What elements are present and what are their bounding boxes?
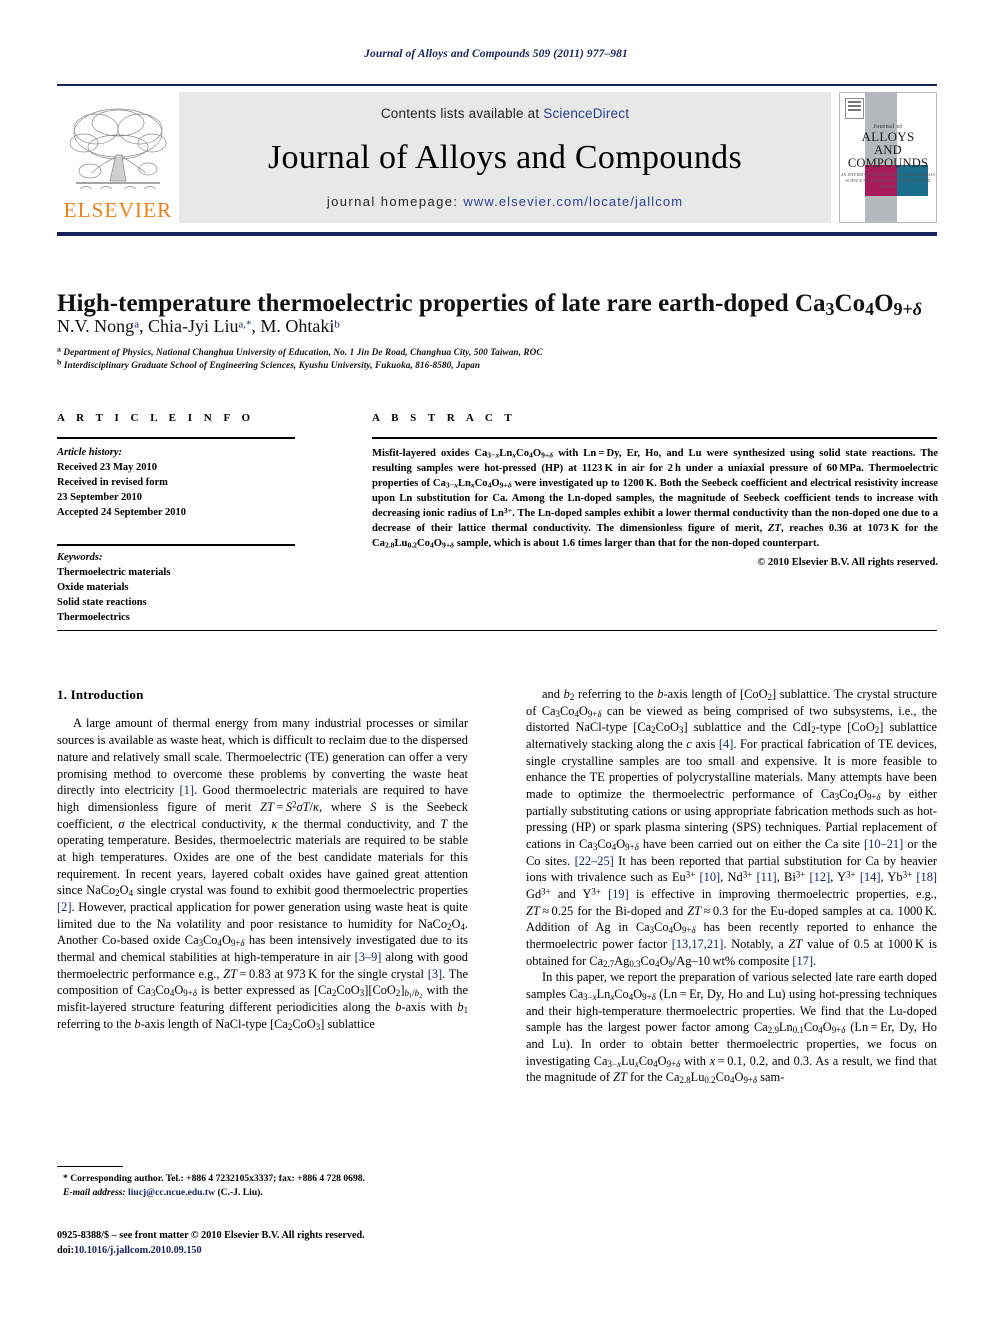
masthead-panel: Contents lists available at ScienceDirec… bbox=[179, 92, 831, 223]
elsevier-logo: ELSEVIER bbox=[57, 92, 179, 223]
affiliation-b: b Interdisciplinary Graduate School of E… bbox=[57, 357, 481, 370]
footnote-block: * Corresponding author. Tel.: +886 4 723… bbox=[57, 1172, 468, 1199]
cover-line4: AN INTERDISCIPLINARY JOURNAL OF MATERIAL… bbox=[840, 171, 936, 189]
homepage-prefix: journal homepage: bbox=[326, 194, 464, 209]
keyword-item: Oxide materials bbox=[57, 581, 129, 593]
corresponding-author-note: * Corresponding author. Tel.: +886 4 723… bbox=[63, 1173, 365, 1184]
cover-line3: AND COMPOUNDS bbox=[847, 142, 929, 170]
keyword-item: Thermoelectrics bbox=[57, 611, 130, 623]
keyword-item: Solid state reactions bbox=[57, 596, 147, 608]
paragraph: In this paper, we report the preparation… bbox=[526, 970, 938, 1086]
running-head: Journal of Alloys and Compounds 509 (201… bbox=[364, 48, 628, 60]
abstract-bottom-rule bbox=[57, 630, 937, 632]
keyword-item: Thermoelectric materials bbox=[57, 566, 171, 578]
journal-cover-thumbnail: Journal of ALLOYS AND COMPOUNDS AN INTER… bbox=[839, 92, 937, 223]
masthead-bottom-rule bbox=[57, 232, 937, 236]
history-item: 23 September 2010 bbox=[57, 491, 142, 503]
history-item: Received in revised form bbox=[57, 476, 168, 488]
history-item: Received 23 May 2010 bbox=[57, 461, 158, 473]
doi-label: doi: bbox=[57, 1245, 74, 1257]
page-title: High-temperature thermoelectric properti… bbox=[57, 289, 923, 319]
author-list: N.V. Nonga, Chia-Jyi Liua,*, M. Ohtakib bbox=[57, 316, 340, 336]
elsevier-tree-icon bbox=[69, 108, 167, 190]
abstract-rule bbox=[372, 437, 937, 439]
keywords-rule bbox=[57, 544, 295, 546]
elsevier-wordmark: ELSEVIER bbox=[63, 198, 173, 222]
cover-line2: ALLOYS bbox=[861, 128, 915, 144]
article-info-rule bbox=[57, 437, 295, 439]
journal-title: Journal of Alloys and Compounds bbox=[268, 138, 742, 176]
history-item: Accepted 24 September 2010 bbox=[57, 506, 186, 518]
keywords-label: Keywords: bbox=[57, 552, 103, 563]
footnote-rule bbox=[57, 1166, 123, 1168]
doi-line: doi:10.1016/j.jallcom.2010.09.150 bbox=[57, 1243, 517, 1258]
journal-homepage-link[interactable]: www.elsevier.com/locate/jallcom bbox=[463, 194, 683, 209]
body-column-right: and b2 referring to the b-axis length of… bbox=[526, 686, 937, 1086]
email-suffix: (C.-J. Liu). bbox=[217, 1186, 263, 1198]
article-info-heading: A R T I C L E I N F O bbox=[57, 412, 255, 424]
sciencedirect-link[interactable]: ScienceDirect bbox=[543, 106, 629, 121]
article-history-label: Article history: bbox=[57, 447, 123, 458]
paragraph: and b2 referring to the b-axis length of… bbox=[526, 687, 938, 969]
abstract-copyright: © 2010 Elsevier B.V. All rights reserved… bbox=[757, 557, 938, 569]
email-note: E-mail address: liucj@cc.ncue.edu.tw (C.… bbox=[57, 1186, 468, 1200]
body-column-left: 1. Introduction A large amount of therma… bbox=[57, 686, 468, 1032]
cover-title-text: Journal of ALLOYS AND COMPOUNDS AN INTER… bbox=[840, 124, 936, 190]
contents-line: Contents lists available at ScienceDirec… bbox=[381, 106, 629, 121]
issn-copyright-line: 0925-8388/$ – see front matter © 2010 El… bbox=[57, 1230, 365, 1241]
imprint-block: 0925-8388/$ – see front matter © 2010 El… bbox=[57, 1228, 517, 1259]
affiliation-a: a Department of Physics, National Changh… bbox=[57, 344, 543, 357]
section-heading-introduction: 1. Introduction bbox=[57, 687, 144, 702]
abstract-text: Misfit-layered oxides Ca3−xLnxCo4O9+δ wi… bbox=[372, 448, 938, 550]
paper-page: Journal of Alloys and Compounds 509 (201… bbox=[0, 0, 992, 1323]
abstract-body: Misfit-layered oxides Ca3−xLnxCo4O9+δ wi… bbox=[372, 446, 938, 570]
contents-prefix: Contents lists available at bbox=[380, 106, 544, 121]
doi-link[interactable]: 10.1016/j.jallcom.2010.09.150 bbox=[74, 1245, 202, 1256]
keywords-block: Keywords: Thermoelectric materials Oxide… bbox=[57, 551, 302, 626]
email-label: E-mail address: bbox=[63, 1186, 126, 1198]
journal-homepage-line: journal homepage: www.elsevier.com/locat… bbox=[327, 194, 683, 209]
paragraph: A large amount of thermal energy from ma… bbox=[57, 716, 469, 1032]
cover-publisher-badge-icon bbox=[845, 98, 864, 119]
article-history-block: Article history: Received 23 May 2010 Re… bbox=[57, 446, 302, 521]
email-link[interactable]: liucj@cc.ncue.edu.tw bbox=[128, 1187, 215, 1198]
journal-masthead: ELSEVIER Contents lists available at Sci… bbox=[57, 84, 937, 232]
abstract-heading: A B S T R A C T bbox=[372, 412, 517, 424]
